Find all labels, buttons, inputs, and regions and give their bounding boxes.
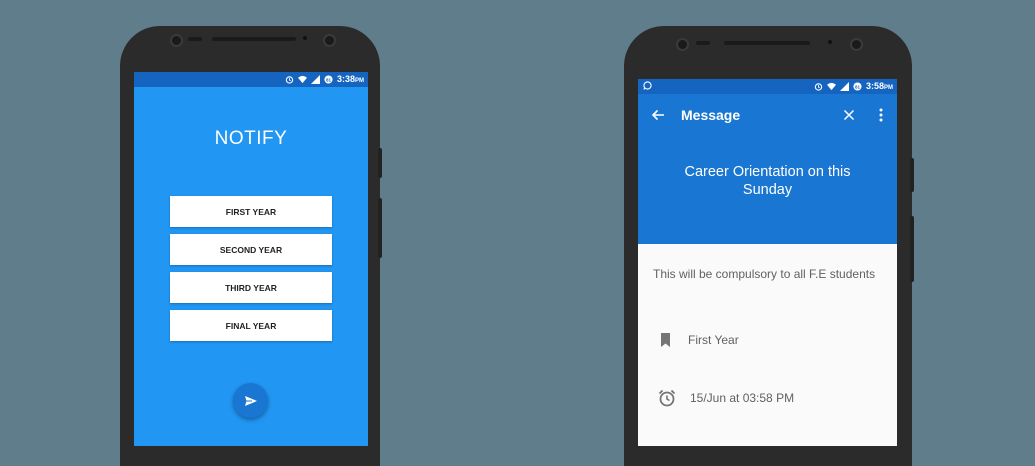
- sensor-slot: [188, 37, 202, 41]
- page-title: NOTIFY: [214, 128, 288, 149]
- signal-icon: [310, 74, 320, 84]
- category-label: First Year: [688, 333, 739, 347]
- bookmark-icon: [661, 333, 670, 347]
- wifi-icon: [826, 82, 836, 90]
- svg-text:81: 81: [855, 84, 861, 89]
- power-button: [910, 216, 914, 282]
- alarm-icon: [285, 75, 294, 84]
- camera-dot: [170, 34, 183, 47]
- alarm-icon: [658, 389, 676, 407]
- timestamp-row: 15/Jun at 03:58 PM: [658, 389, 794, 407]
- first-year-button[interactable]: FIRST YEAR: [170, 196, 332, 227]
- front-camera: [323, 34, 336, 47]
- right-screen: 81 3:58PM Message Career Orientation on …: [638, 79, 897, 446]
- sensor-dot: [303, 36, 307, 40]
- back-arrow-icon: [651, 109, 664, 121]
- send-button[interactable]: [233, 383, 268, 418]
- battery-icon: 81: [324, 74, 333, 84]
- status-ampm: PM: [355, 78, 364, 84]
- volume-button: [378, 148, 382, 178]
- overflow-menu-button[interactable]: [873, 107, 889, 123]
- power-button: [378, 198, 382, 258]
- speaker-slot: [724, 41, 810, 45]
- status-ampm: PM: [884, 85, 893, 91]
- close-button[interactable]: [841, 107, 857, 123]
- timestamp-label: 15/Jun at 03:58 PM: [690, 391, 795, 405]
- speaker-slot: [212, 37, 296, 41]
- status-time: 3:58: [865, 81, 884, 91]
- back-button[interactable]: [650, 107, 666, 123]
- send-icon: [244, 395, 257, 406]
- whatsapp-icon: [643, 81, 652, 90]
- third-year-button[interactable]: THIRD YEAR: [170, 272, 332, 303]
- message-body: This will be compulsory to all F.E stude…: [653, 267, 876, 281]
- alarm-icon: [814, 82, 823, 91]
- toolbar: Message: [638, 94, 897, 137]
- battery-icon: 81: [853, 81, 862, 91]
- final-year-button[interactable]: FINAL YEAR: [170, 310, 332, 341]
- more-vert-icon: [879, 108, 883, 122]
- status-time: 3:38: [336, 74, 355, 84]
- volume-button: [910, 158, 914, 192]
- message-title: Career Orientation on this Sunday: [684, 164, 851, 198]
- category-row: First Year: [658, 332, 739, 348]
- camera-dot: [676, 38, 689, 51]
- signal-icon: [839, 81, 849, 91]
- svg-text:81: 81: [326, 77, 332, 82]
- message-header: Career Orientation on this Sunday: [638, 137, 897, 244]
- close-icon: [843, 109, 855, 121]
- status-bar: 81 3:38PM: [134, 72, 368, 87]
- toolbar-title: Message: [681, 107, 741, 123]
- sensor-dot: [828, 40, 832, 44]
- sensor-slot: [696, 41, 710, 45]
- wifi-icon: [297, 75, 307, 83]
- second-year-button[interactable]: SECOND YEAR: [170, 234, 332, 265]
- status-bar: 81 3:58PM: [638, 79, 897, 94]
- left-screen: 81 3:38PM NOTIFY FIRST YEAR SECOND YEAR …: [134, 72, 368, 446]
- front-camera: [850, 38, 863, 51]
